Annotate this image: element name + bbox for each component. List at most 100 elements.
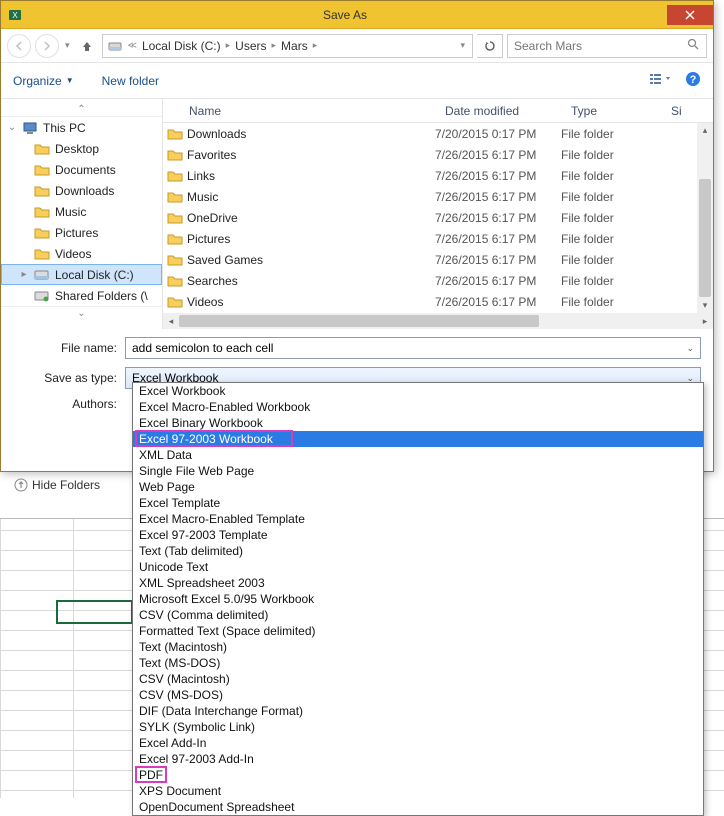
file-name: Saved Games — [187, 253, 435, 267]
address-dropdown[interactable]: ▾ — [457, 40, 468, 51]
tree-item[interactable]: Pictures — [1, 222, 162, 243]
filetype-option[interactable]: Single File Web Page — [133, 463, 703, 479]
filetype-option[interactable]: Excel Macro-Enabled Template — [133, 511, 703, 527]
filetype-option[interactable]: Web Page — [133, 479, 703, 495]
tree-item[interactable]: Music — [1, 201, 162, 222]
file-row[interactable]: Saved Games7/26/2015 6:17 PMFile folder — [163, 249, 713, 270]
filetype-option[interactable]: CSV (Macintosh) — [133, 671, 703, 687]
column-date[interactable]: Date modified — [437, 104, 563, 118]
column-type[interactable]: Type — [563, 104, 663, 118]
scrollbar-thumb[interactable] — [179, 315, 539, 327]
breadcrumb-part[interactable]: Users — [235, 39, 266, 53]
file-name: Searches — [187, 274, 435, 288]
toolbar: Organize ▼ New folder ? — [1, 63, 713, 99]
tree-item-this-pc[interactable]: ⌄ This PC — [1, 117, 162, 138]
address-bar[interactable]: ≪ Local Disk (C:) ▸ Users ▸ Mars ▸ ▾ — [102, 34, 473, 58]
organize-menu[interactable]: Organize ▼ — [13, 74, 74, 88]
window-close-button[interactable] — [667, 5, 713, 25]
search-box[interactable] — [507, 34, 707, 58]
tree-item-label: Desktop — [55, 142, 99, 156]
nav-forward-button[interactable] — [35, 34, 59, 58]
file-date: 7/26/2015 6:17 PM — [435, 211, 561, 225]
file-type: File folder — [561, 127, 671, 141]
column-size[interactable]: Si — [663, 104, 683, 118]
tree-item[interactable]: Shared Folders (\ — [1, 285, 162, 306]
nav-up-button[interactable] — [76, 35, 98, 57]
filetype-option[interactable]: OpenDocument Spreadsheet — [133, 799, 703, 815]
tree-item[interactable]: ▸Local Disk (C:) — [1, 264, 162, 285]
filetype-option[interactable]: SYLK (Symbolic Link) — [133, 719, 703, 735]
tree-item[interactable]: Desktop — [1, 138, 162, 159]
refresh-button[interactable] — [477, 34, 503, 58]
folder-icon — [163, 169, 187, 182]
tree-scroll-up[interactable]: ⌃ — [1, 103, 162, 117]
filetype-option[interactable]: Unicode Text — [133, 559, 703, 575]
scrollbar-thumb[interactable] — [699, 179, 711, 297]
tree-item-label: Downloads — [55, 184, 114, 198]
folder-icon — [163, 190, 187, 203]
file-row[interactable]: Downloads7/20/2015 0:17 PMFile folder — [163, 123, 713, 144]
chevron-right-icon[interactable]: ▸ — [223, 40, 234, 51]
filetype-option[interactable]: Excel 97-2003 Workbook — [133, 431, 703, 447]
filetype-option[interactable]: Text (MS-DOS) — [133, 655, 703, 671]
scroll-up-arrow[interactable]: ▴ — [697, 123, 713, 139]
breadcrumb-part[interactable]: Mars — [281, 39, 308, 53]
filetype-option[interactable]: Excel 97-2003 Add-In — [133, 751, 703, 767]
scroll-left-arrow[interactable]: ◂ — [163, 313, 179, 329]
tree-item[interactable]: Downloads — [1, 180, 162, 201]
filetype-option[interactable]: Excel Macro-Enabled Workbook — [133, 399, 703, 415]
filetype-option[interactable]: Excel Workbook — [133, 383, 703, 399]
scroll-down-arrow[interactable]: ▾ — [697, 297, 713, 313]
new-folder-button[interactable]: New folder — [102, 74, 159, 88]
tree-item[interactable]: Videos — [1, 243, 162, 264]
filetype-option[interactable]: Excel Add-In — [133, 735, 703, 751]
filetype-option[interactable]: DIF (Data Interchange Format) — [133, 703, 703, 719]
filetype-option[interactable]: Text (Tab delimited) — [133, 543, 703, 559]
filetype-option[interactable]: Formatted Text (Space delimited) — [133, 623, 703, 639]
tree-scroll-down[interactable]: ⌄ — [1, 306, 162, 320]
horizontal-scrollbar[interactable]: ◂ ▸ — [163, 313, 713, 329]
filetype-option[interactable]: Excel Binary Workbook — [133, 415, 703, 431]
filename-field[interactable]: add semicolon to each cell ⌄ — [125, 337, 701, 359]
hide-folders-button[interactable]: Hide Folders — [14, 478, 100, 492]
filetype-option[interactable]: XPS Document — [133, 783, 703, 799]
expand-icon[interactable]: ▸ — [19, 269, 29, 280]
nav-history-dropdown[interactable]: ▾ — [63, 40, 72, 51]
file-row[interactable]: Pictures7/26/2015 6:17 PMFile folder — [163, 228, 713, 249]
file-type: File folder — [561, 148, 671, 162]
column-name[interactable]: Name — [181, 104, 437, 118]
filetype-option[interactable]: Text (Macintosh) — [133, 639, 703, 655]
help-button[interactable]: ? — [685, 71, 701, 90]
breadcrumb-part[interactable]: Local Disk (C:) — [142, 39, 221, 53]
filetype-option[interactable]: XML Data — [133, 447, 703, 463]
file-row[interactable]: Searches7/26/2015 6:17 PMFile folder — [163, 270, 713, 291]
filetype-option[interactable]: Microsoft Excel 5.0/95 Workbook — [133, 591, 703, 607]
filetype-option[interactable]: CSV (Comma delimited) — [133, 607, 703, 623]
filetype-option[interactable]: Excel 97-2003 Template — [133, 527, 703, 543]
tree-item[interactable]: Documents — [1, 159, 162, 180]
chevron-right-icon[interactable]: ▸ — [310, 40, 321, 51]
folder-icon — [163, 232, 187, 245]
file-row[interactable]: Links7/26/2015 6:17 PMFile folder — [163, 165, 713, 186]
filetype-option[interactable]: CSV (MS-DOS) — [133, 687, 703, 703]
nav-back-button[interactable] — [7, 34, 31, 58]
file-type: File folder — [561, 211, 671, 225]
filetype-option[interactable]: Excel Template — [133, 495, 703, 511]
chevron-right-icon[interactable]: ▸ — [269, 40, 280, 51]
view-options-button[interactable] — [649, 72, 671, 89]
computer-icon — [22, 121, 38, 135]
saveastype-dropdown[interactable]: Excel WorkbookExcel Macro-Enabled Workbo… — [132, 382, 704, 816]
file-row[interactable]: Music7/26/2015 6:17 PMFile folder — [163, 186, 713, 207]
file-row[interactable]: Favorites7/26/2015 6:17 PMFile folder — [163, 144, 713, 165]
search-input[interactable] — [514, 39, 681, 53]
file-date: 7/26/2015 6:17 PM — [435, 295, 561, 309]
chevron-down-icon[interactable]: ⌄ — [686, 343, 694, 354]
vertical-scrollbar[interactable]: ▴ ▾ — [697, 123, 713, 313]
filetype-option[interactable]: PDF — [133, 767, 703, 783]
file-row[interactable]: Videos7/26/2015 6:17 PMFile folder — [163, 291, 713, 312]
collapse-icon[interactable]: ⌄ — [7, 122, 17, 133]
file-row[interactable]: OneDrive7/26/2015 6:17 PMFile folder — [163, 207, 713, 228]
scroll-right-arrow[interactable]: ▸ — [697, 313, 713, 329]
filetype-option[interactable]: XML Spreadsheet 2003 — [133, 575, 703, 591]
column-headers: Name Date modified Type Si — [163, 99, 713, 123]
